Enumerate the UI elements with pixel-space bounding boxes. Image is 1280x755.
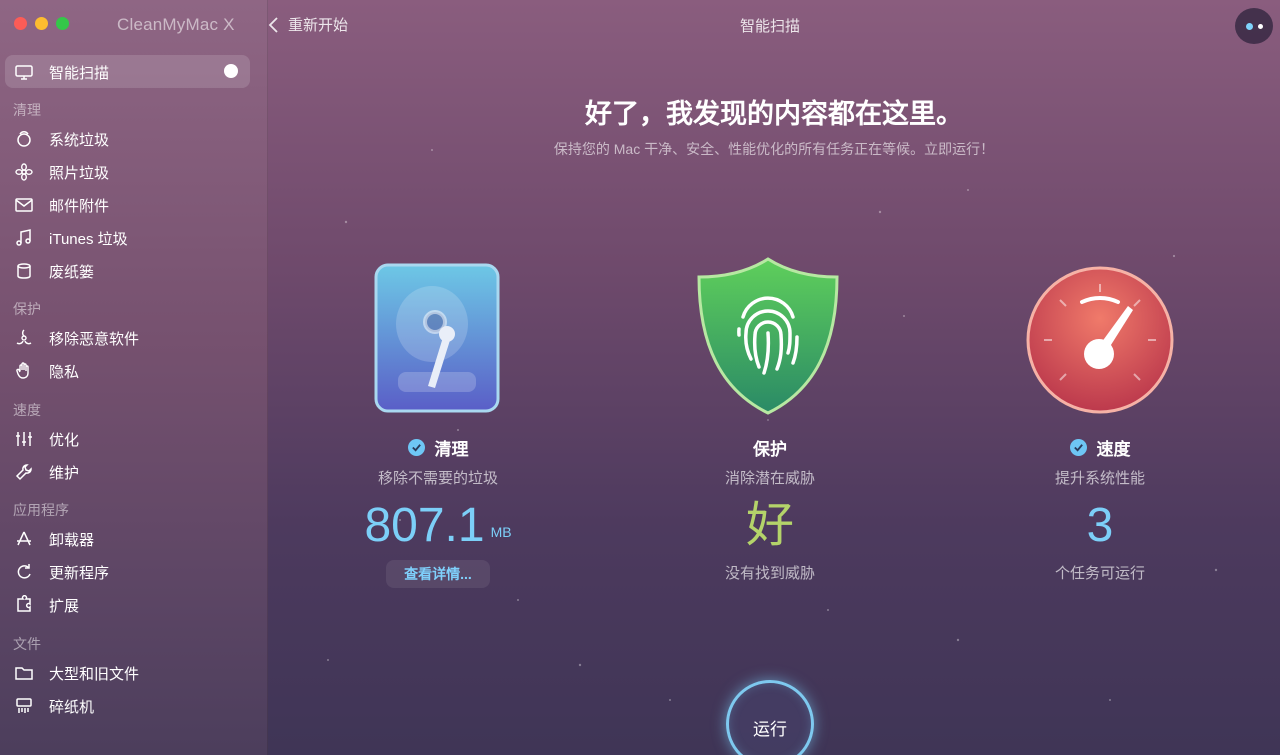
speed-task-count: 3: [1086, 499, 1114, 552]
run-button-label: 运行: [753, 720, 787, 739]
protection-status: 好: [745, 499, 794, 552]
cleanup-size: 807.1 MB: [308, 498, 568, 554]
sidebar-item-maintenance[interactable]: 维护: [13, 460, 79, 484]
headline: 好了，我发现的内容都在这里。: [585, 99, 963, 129]
folder-icon: [13, 662, 35, 684]
section-label-applications: 应用程序: [13, 502, 69, 518]
sidebar-item-label: 碎纸机: [49, 698, 95, 716]
cleanup-heading: 清理: [308, 435, 568, 459]
sidebar-item-extensions[interactable]: 扩展: [13, 593, 79, 617]
app-title: CleanMyMac X: [117, 15, 235, 34]
protection-card: 保护 消除潜在威胁 好 没有找到威胁: [640, 435, 900, 583]
trash-bin-icon: [13, 260, 35, 282]
sidebar: CleanMyMac X 智能扫描 清理 系统垃圾 照片垃圾 邮件附件 iTun…: [0, 0, 268, 755]
cleanup-card: 清理 移除不需要的垃圾 807.1 MB 查看详情...: [308, 435, 568, 588]
sidebar-item-uninstaller[interactable]: 卸载器: [13, 527, 94, 551]
sidebar-item-optimization[interactable]: 优化: [13, 427, 79, 451]
section-label-files: 文件: [13, 636, 41, 652]
assistant-eye-icon: [1245, 22, 1253, 30]
sidebar-item-label: 废纸篓: [49, 263, 95, 281]
sidebar-item-itunes-junk[interactable]: iTunes 垃圾: [13, 226, 128, 250]
sidebar-item-system-junk[interactable]: 系统垃圾: [13, 127, 109, 151]
minimize-window-button[interactable]: [35, 17, 48, 30]
app-store-icon: [13, 528, 35, 550]
sidebar-item-label: 移除恶意软件: [49, 330, 140, 348]
sidebar-item-label: 扩展: [49, 597, 80, 615]
fingerprint-shield-icon: [697, 257, 839, 415]
window-controls: [14, 17, 69, 30]
protection-description: 消除潜在威胁: [724, 470, 815, 487]
cleanup-size-unit: MB: [490, 524, 512, 540]
checkmark-icon[interactable]: [1069, 438, 1087, 456]
sidebar-item-updater[interactable]: 更新程序: [13, 560, 109, 584]
section-label-speed: 速度: [13, 402, 41, 418]
checkmark-icon[interactable]: [407, 438, 425, 456]
envelope-icon: [13, 194, 35, 216]
sidebar-item-label: 隐私: [49, 363, 80, 381]
assistant-eye-icon: [1257, 23, 1263, 29]
sidebar-item-label: 优化: [49, 431, 80, 449]
hard-drive-icon: [374, 263, 500, 413]
speed-card: 速度 提升系统性能 3 个任务可运行: [970, 435, 1230, 583]
sidebar-item-malware-removal[interactable]: 移除恶意软件: [13, 326, 139, 350]
section-label-cleanup: 清理: [13, 102, 41, 118]
sidebar-item-photo-junk[interactable]: 照片垃圾: [13, 160, 109, 184]
speed-footer: 个任务可运行: [1054, 565, 1145, 582]
sidebar-item-label: iTunes 垃圾: [49, 230, 128, 248]
flower-icon: [13, 161, 35, 183]
shredder-icon: [13, 695, 35, 717]
sidebar-item-trash[interactable]: 废纸篓: [13, 259, 94, 283]
sidebar-item-label: 维护: [49, 464, 80, 482]
section-label-protection: 保护: [13, 301, 41, 317]
page-title: 智能扫描: [739, 18, 800, 35]
sidebar-item-label: 大型和旧文件: [49, 665, 140, 683]
speed-description: 提升系统性能: [1054, 470, 1145, 487]
view-details-button[interactable]: 查看详情...: [386, 560, 490, 588]
sidebar-item-label: 照片垃圾: [49, 164, 110, 182]
sidebar-item-label: 卸载器: [49, 531, 95, 549]
protection-footer: 没有找到威胁: [724, 565, 815, 582]
protection-heading: 保护: [640, 435, 900, 459]
speed-title: 速度: [1096, 439, 1131, 459]
speed-heading: 速度: [970, 435, 1230, 459]
assistant-button[interactable]: [1235, 8, 1273, 44]
scan-status-dot: [224, 64, 238, 78]
system-junk-icon: [13, 128, 35, 150]
subheadline: 保持您的 Mac 干净、安全、性能优化的所有任务正在等候。立即运行！: [553, 141, 995, 157]
refresh-icon: [13, 561, 35, 583]
run-button[interactable]: 运行: [726, 680, 814, 755]
sidebar-item-label: 智能扫描: [49, 64, 110, 82]
sidebar-item-large-old-files[interactable]: 大型和旧文件: [13, 661, 139, 685]
biohazard-icon: [13, 327, 35, 349]
sidebar-item-label: 系统垃圾: [49, 131, 110, 149]
sidebar-item-label: 更新程序: [49, 564, 110, 582]
monitor-icon: [13, 61, 35, 83]
cleanup-description: 移除不需要的垃圾: [377, 470, 498, 487]
sliders-icon: [13, 428, 35, 450]
speedometer-icon: [1026, 266, 1174, 414]
cleanup-title: 清理: [434, 439, 469, 459]
sidebar-item-shredder[interactable]: 碎纸机: [13, 694, 94, 718]
sidebar-item-label: 邮件附件: [49, 197, 110, 215]
close-window-button[interactable]: [14, 17, 27, 30]
music-note-icon: [13, 227, 35, 249]
zoom-window-button[interactable]: [56, 17, 69, 30]
hand-icon: [13, 360, 35, 382]
sidebar-item-smart-scan-row[interactable]: 智能扫描: [13, 60, 109, 84]
details-wrapper: 查看详情...: [308, 554, 568, 588]
puzzle-icon: [13, 594, 35, 616]
back-button-label: 重新开始: [288, 17, 349, 34]
protection-title: 保护: [753, 439, 787, 459]
back-button[interactable]: 重新开始: [266, 14, 348, 35]
cleanup-size-value: 807.1: [364, 499, 485, 552]
sidebar-item-mail-attachments[interactable]: 邮件附件: [13, 193, 109, 217]
sidebar-item-privacy[interactable]: 隐私: [13, 359, 79, 383]
chevron-left-icon: [268, 16, 278, 33]
wrench-icon: [13, 461, 35, 483]
